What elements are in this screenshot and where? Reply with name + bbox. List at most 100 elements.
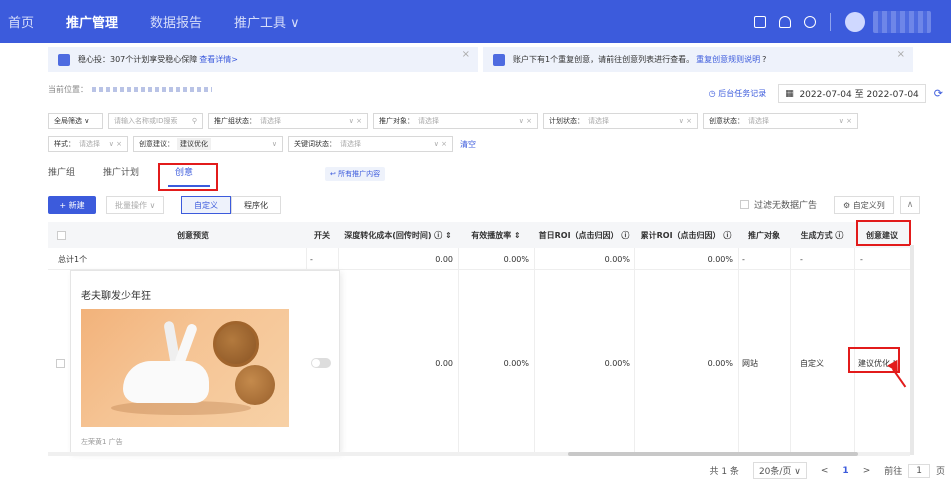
breadcrumb-path-blurred: [92, 87, 212, 92]
row-target: 网站: [742, 358, 758, 368]
table-row-summary: 总计1个 - 0.00 0.00% 0.00% 0.00% - - -: [48, 248, 910, 270]
account-name-blurred[interactable]: [873, 10, 931, 33]
plan-status-select[interactable]: 计划状态： 请选择 ∨ ×: [543, 113, 698, 129]
keyword-status-select[interactable]: 关键词状态： 请选择 ∨ ×: [288, 136, 453, 152]
chevron-down-icon: ∨ ×: [108, 140, 122, 148]
nav-home[interactable]: 首页: [8, 12, 34, 31]
top-navigation-bar: 首页 推广管理 数据报告 推广工具 ∨: [0, 0, 951, 43]
keyword-status-placeholder: 请选择: [340, 140, 361, 148]
scrollbar-thumb[interactable]: [568, 452, 858, 456]
nav-promotion-tools[interactable]: 推广工具 ∨: [234, 12, 300, 31]
collapse-button[interactable]: ∧: [900, 196, 920, 214]
help-icon[interactable]: ?: [762, 55, 766, 64]
nav-data-report[interactable]: 数据报告: [150, 12, 202, 31]
vertical-scrollbar[interactable]: [910, 245, 914, 455]
row-cumulative-roi: 0.00%: [707, 358, 733, 368]
tab-ad-plan[interactable]: 推广计划: [103, 165, 139, 178]
creative-status-placeholder: 请选择: [748, 117, 769, 125]
horizontal-scrollbar[interactable]: [48, 452, 910, 456]
chevron-down-icon: ∨ ×: [348, 117, 362, 125]
col-first-day-roi[interactable]: 首日ROI（点击归因） ⓘ: [534, 222, 634, 248]
creative-title: 老夫聊发少年狂: [81, 291, 151, 302]
chevron-down-icon: ∨ ×: [433, 140, 447, 148]
creative-image: [81, 309, 289, 427]
creative-status-label: 创意状态：: [709, 117, 744, 125]
next-page-button[interactable]: >: [863, 466, 871, 476]
col-preview: 创意预览: [177, 230, 209, 240]
bell-icon[interactable]: [779, 15, 791, 28]
filter-empty-checkbox[interactable]: 过滤无数据广告: [740, 198, 817, 211]
batch-operation-button[interactable]: 批量操作 ∨: [106, 196, 165, 214]
highlight-box-suggestion-header: [856, 220, 911, 246]
row-first-day-roi: 0.00%: [604, 358, 630, 368]
group-status-select[interactable]: 推广组状态： 请选择 ∨ ×: [208, 113, 368, 129]
style-placeholder: 请选择: [79, 140, 100, 148]
goto-page-input[interactable]: 1: [908, 463, 930, 478]
summary-suggestion: -: [860, 254, 863, 264]
all-promotion-link[interactable]: ↩ 所有推广内容: [325, 167, 386, 181]
creative-switch-toggle[interactable]: [311, 358, 331, 368]
breadcrumb-label: 当前位置：: [48, 85, 88, 94]
refresh-icon[interactable]: ⟳: [934, 87, 943, 100]
group-status-label: 推广组状态：: [214, 117, 256, 125]
date-range-bar: ◷ 后台任务记录 ▦ 2022-07-04 至 2022-07-04 ⟳: [709, 84, 943, 103]
summary-first-day-roi: 0.00%: [604, 254, 630, 264]
row-checkbox[interactable]: [56, 358, 65, 368]
col-effective-play-rate[interactable]: 有效播放率 ⇕: [458, 222, 534, 248]
table-row: 老夫聊发少年狂 左荣黄1 广告 0.00 0.00% 0.00% 0.00% 网…: [48, 270, 910, 456]
creative-preview-card[interactable]: 老夫聊发少年狂 左荣黄1 广告: [70, 270, 340, 453]
table-toolbar: + 新建 批量操作 ∨ 自定义 程序化 过滤无数据广告 ⚙ 自定义列 ∧: [48, 196, 920, 216]
phone-icon[interactable]: [754, 15, 766, 28]
creative-status-select[interactable]: 创意状态： 请选择 ∨ ×: [703, 113, 858, 129]
summary-label: 总计1个: [58, 254, 88, 264]
segment-programmatic[interactable]: 程序化: [231, 196, 281, 214]
chevron-down-icon: ∨ ×: [838, 117, 852, 125]
clear-filters-link[interactable]: 清空: [460, 139, 476, 150]
global-filter-dropdown[interactable]: 全局筛选 ∨: [48, 113, 103, 129]
summary-switch: -: [310, 254, 313, 264]
suggestion-tag[interactable]: 建议优化: [177, 138, 211, 150]
tab-ad-group[interactable]: 推广组: [48, 165, 75, 178]
search-placeholder: 请输入名称或ID搜索: [114, 117, 178, 125]
target-select[interactable]: 推广对象： 请选择 ∨ ×: [373, 113, 538, 129]
avatar[interactable]: [845, 11, 865, 32]
prev-page-button[interactable]: <: [821, 466, 829, 476]
creative-suggestion-select[interactable]: 创意建议： 建议优化 ∨: [133, 136, 283, 152]
notice-text: 稳心投：307个计划享受稳心保障: [78, 55, 198, 64]
close-icon[interactable]: ×: [462, 49, 470, 60]
col-cumulative-roi[interactable]: 累计ROI（点击归因） ⓘ: [634, 222, 738, 248]
style-select[interactable]: 样式： 请选择 ∨ ×: [48, 136, 128, 152]
checkbox-box: [740, 200, 749, 209]
group-status-placeholder: 请选择: [260, 117, 281, 125]
custom-columns-button[interactable]: ⚙ 自定义列: [834, 196, 894, 214]
divider: [830, 12, 831, 31]
total-count: 共 1 条: [709, 467, 739, 477]
select-all-checkbox[interactable]: [56, 230, 66, 240]
close-icon[interactable]: ×: [897, 49, 905, 60]
duplicate-rule-link[interactable]: 重复创意规则说明: [696, 54, 760, 65]
search-input[interactable]: 请输入名称或ID搜索 ⚲: [108, 113, 203, 129]
target-label: 推广对象：: [379, 117, 414, 125]
summary-cost: 0.00: [435, 254, 453, 264]
view-details-link[interactable]: 查看详情>: [199, 54, 238, 65]
plan-status-placeholder: 请选择: [588, 117, 609, 125]
segment-custom[interactable]: 自定义: [181, 196, 231, 214]
nav-promotion-management[interactable]: 推广管理: [66, 12, 118, 31]
col-deep-conversion-cost[interactable]: 深度转化成本(回传时间) ⓘ ⇕: [338, 222, 458, 248]
page-number-1[interactable]: 1: [842, 466, 848, 476]
filter-empty-label: 过滤无数据广告: [754, 201, 818, 211]
new-button[interactable]: + 新建: [48, 196, 96, 214]
task-log-link[interactable]: ◷ 后台任务记录: [709, 88, 767, 99]
table-header: 创意预览 开关 深度转化成本(回传时间) ⓘ ⇕ 有效播放率 ⇕ 首日ROI（点…: [48, 222, 910, 248]
rocket-icon: [58, 53, 70, 66]
summary-play-rate: 0.00%: [503, 254, 529, 264]
creative-table: 创意预览 开关 深度转化成本(回传时间) ⓘ ⇕ 有效播放率 ⇕ 首日ROI（点…: [48, 222, 910, 456]
date-range-value: 2022-07-04 至 2022-07-04: [799, 90, 919, 100]
chevron-down-icon: ∨ ×: [518, 117, 532, 125]
summary-target: -: [742, 254, 745, 264]
page-unit-label: 页: [935, 467, 945, 477]
help-icon[interactable]: [804, 15, 816, 28]
page-size-select[interactable]: 20条/页 ∨: [752, 462, 807, 479]
style-label: 样式：: [54, 140, 75, 148]
date-range-picker[interactable]: ▦ 2022-07-04 至 2022-07-04: [778, 84, 926, 103]
